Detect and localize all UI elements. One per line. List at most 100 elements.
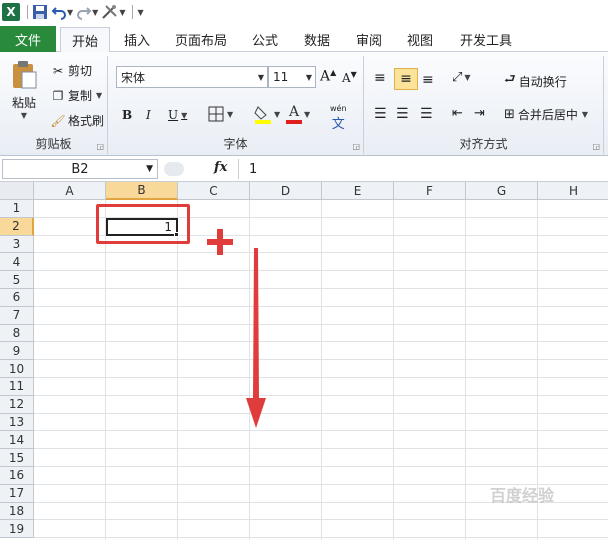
column-header-a[interactable]: A (34, 182, 106, 200)
tab-review[interactable]: 审阅 (348, 27, 390, 52)
row-header-4[interactable]: 4 (0, 253, 34, 272)
column-header-g[interactable]: G (466, 182, 538, 200)
row-header-6[interactable]: 6 (0, 289, 34, 307)
row-header-7[interactable]: 7 (0, 306, 34, 325)
fill-color-button[interactable]: ▼ (254, 104, 280, 124)
row-header-12[interactable]: 12 (0, 395, 34, 414)
copy-dropdown-icon[interactable]: ▼ (96, 91, 102, 100)
borders-dropdown-icon[interactable]: ▼ (227, 110, 233, 119)
italic-button[interactable]: I (146, 108, 151, 122)
row-header-3[interactable]: 3 (0, 235, 34, 254)
align-top-button[interactable]: ≡ (374, 70, 386, 86)
row-header-2[interactable]: 2 (0, 217, 34, 236)
wrap-text-button[interactable]: ⮐ 自动换行 (504, 70, 567, 92)
align-center-button[interactable]: ☰ (396, 106, 409, 122)
gridline-horizontal (34, 430, 608, 432)
tab-page-layout[interactable]: 页面布局 (166, 27, 236, 52)
row-header-17[interactable]: 17 (0, 484, 34, 503)
column-header-e[interactable]: E (322, 182, 394, 200)
column-header-c[interactable]: C (178, 182, 250, 200)
font-group-label: 字体 (223, 137, 248, 151)
borders-button[interactable]: ▼ (208, 106, 233, 122)
formula-bar-splitter[interactable] (164, 162, 184, 176)
grow-font-button[interactable]: A▲ (320, 68, 336, 85)
decrease-indent-button[interactable]: ⇤ (452, 106, 463, 121)
tools-dropdown-icon[interactable]: ▼ (119, 8, 125, 17)
row-header-14[interactable]: 14 (0, 431, 34, 450)
excel-logo-icon[interactable]: X (2, 2, 20, 22)
tab-formulas[interactable]: 公式 (244, 27, 286, 52)
cut-label: 剪切 (68, 64, 93, 78)
column-header-d[interactable]: D (250, 182, 322, 200)
row-header-15[interactable]: 15 (0, 449, 34, 467)
gridline-horizontal (34, 288, 608, 289)
column-header-b[interactable]: B (106, 182, 178, 200)
copy-label: 复制 (68, 89, 93, 103)
bold-button[interactable]: B (122, 108, 132, 122)
underline-dropdown-icon[interactable]: ▼ (181, 111, 187, 120)
tab-file[interactable]: 文件 (0, 26, 56, 52)
shrink-font-button[interactable]: A▼ (342, 70, 357, 85)
merge-center-dropdown-icon[interactable]: ▼ (582, 110, 588, 119)
tab-insert[interactable]: 插入 (114, 27, 160, 52)
tab-home[interactable]: 开始 (60, 27, 110, 53)
paste-button[interactable]: 粘贴 ▼ (6, 60, 42, 120)
font-color-button[interactable]: A ▼ (286, 104, 310, 124)
align-right-button[interactable]: ☰ (420, 106, 433, 122)
font-launcher-icon[interactable]: ◲ (352, 142, 360, 151)
cut-button[interactable]: ✂ 剪切 (50, 62, 92, 79)
customize-qat-button[interactable]: ▼ (137, 2, 143, 22)
tab-developer[interactable]: 开发工具 (452, 27, 520, 52)
name-box-dropdown-icon[interactable]: ▼ (146, 164, 153, 174)
gridline-vertical (105, 200, 106, 540)
row-header-19[interactable]: 19 (0, 520, 34, 539)
align-bottom-button[interactable]: ≡ (422, 72, 434, 88)
format-painter-button[interactable]: 🖌 格式刷 (50, 112, 104, 129)
underline-button[interactable]: U ▼ (168, 108, 187, 122)
row-header-10[interactable]: 10 (0, 360, 34, 378)
gridline-horizontal (34, 466, 608, 467)
tab-data[interactable]: 数据 (296, 27, 338, 52)
merge-center-button[interactable]: ⊞ 合并后居中 ▼ (504, 106, 588, 123)
gridline-horizontal (34, 377, 608, 378)
row-header-11[interactable]: 11 (0, 378, 34, 396)
row-header-1[interactable]: 1 (0, 200, 34, 218)
clipboard-launcher-icon[interactable]: ◲ (96, 142, 104, 151)
undo-button[interactable]: ▼ (51, 2, 73, 22)
grow-font-icon: A▲ (320, 68, 337, 85)
align-left-button[interactable]: ☰ (374, 106, 387, 122)
row-header-8[interactable]: 8 (0, 324, 34, 343)
column-header-h[interactable]: H (538, 182, 608, 200)
name-box-value: B2 (71, 161, 89, 177)
align-middle-button[interactable]: ≡ (394, 68, 418, 90)
redo-button[interactable]: ▼ (76, 2, 98, 22)
row-header-5[interactable]: 5 (0, 271, 34, 289)
phonetic-button[interactable]: wén 文 (330, 104, 347, 132)
orientation-dropdown-icon[interactable]: ▼ (464, 73, 470, 82)
font-name-select[interactable]: 宋体 ▼ (116, 66, 268, 88)
redo-dropdown-icon[interactable]: ▼ (92, 8, 98, 17)
save-button[interactable] (32, 2, 48, 22)
select-all-corner[interactable] (0, 182, 34, 200)
font-color-dropdown-icon[interactable]: ▼ (304, 110, 310, 119)
insert-function-icon[interactable]: fx (214, 160, 227, 175)
formula-input[interactable]: 1 (238, 159, 606, 179)
row-header-18[interactable]: 18 (0, 502, 34, 521)
name-box[interactable]: B2 ▼ (2, 159, 158, 179)
increase-indent-button[interactable]: ⇥ (474, 106, 485, 121)
column-header-f[interactable]: F (394, 182, 466, 200)
paste-label: 粘贴 (11, 96, 36, 110)
copy-button[interactable]: ❐ 复制 ▼ (50, 87, 103, 104)
align-top-icon: ≡ (374, 70, 386, 86)
orientation-button[interactable]: ⤢ ▼ (452, 70, 471, 85)
alignment-launcher-icon[interactable]: ◲ (592, 142, 600, 151)
tab-view[interactable]: 视图 (399, 27, 441, 52)
row-header-9[interactable]: 9 (0, 342, 34, 361)
row-header-16[interactable]: 16 (0, 467, 34, 485)
font-size-select[interactable]: 11 ▼ (268, 66, 316, 88)
row-header-13[interactable]: 13 (0, 413, 34, 432)
tools-button[interactable]: ▼ (101, 2, 125, 22)
undo-dropdown-icon[interactable]: ▼ (67, 8, 73, 17)
borders-icon (208, 106, 224, 122)
fill-color-dropdown-icon[interactable]: ▼ (274, 110, 280, 119)
